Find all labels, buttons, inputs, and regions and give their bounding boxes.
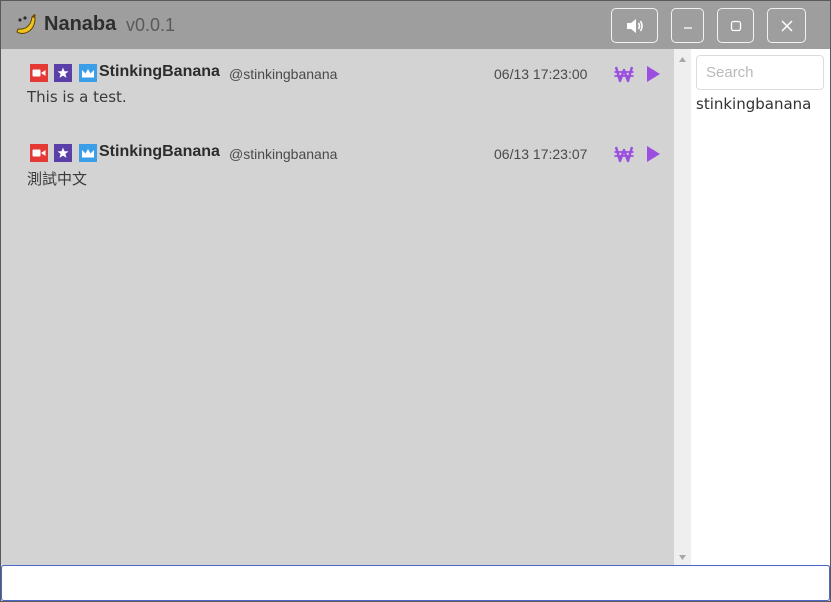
app-version: v0.0.1 (126, 15, 176, 35)
crown-badge-icon (79, 144, 97, 162)
video-badge-icon (30, 64, 48, 82)
scroll-up-arrow-icon[interactable] (679, 56, 686, 62)
message-username[interactable]: StinkingBanana (99, 143, 220, 161)
user-search-input[interactable] (696, 55, 824, 90)
message-timestamp: 06/13 17:23:07 (494, 146, 588, 162)
star-badge-icon (54, 64, 72, 82)
minimize-icon (683, 26, 692, 29)
maximize-button[interactable] (717, 8, 754, 43)
message-text: 測試中文 (27, 170, 88, 188)
star-badge-icon (54, 144, 72, 162)
won-currency-icon[interactable] (614, 65, 634, 83)
banana-logo-icon (16, 14, 36, 34)
message-username[interactable]: StinkingBanana (99, 63, 220, 81)
chat-message: StinkingBanana @stinkingbanana 06/13 17:… (27, 62, 660, 112)
play-icon[interactable] (644, 145, 662, 163)
message-text: This is a test. (27, 88, 127, 106)
message-timestamp: 06/13 17:23:00 (494, 66, 588, 82)
minimize-button[interactable] (671, 8, 704, 43)
message-input[interactable] (1, 565, 830, 601)
user-list-panel: stinkingbanana (691, 49, 830, 565)
message-handle: @stinkingbanana (229, 146, 338, 162)
sound-button[interactable] (611, 8, 658, 43)
crown-badge-icon (79, 64, 97, 82)
app-window: Nanaba v0.0.1 StinkingBanana @stinkingba… (0, 0, 831, 602)
play-icon[interactable] (644, 65, 662, 83)
chat-message-list[interactable]: StinkingBanana @stinkingbanana 06/13 17:… (1, 49, 674, 565)
close-icon (780, 19, 793, 32)
scroll-down-arrow-icon[interactable] (679, 555, 686, 561)
chat-scrollbar[interactable] (674, 49, 691, 565)
video-badge-icon (30, 144, 48, 162)
won-currency-icon[interactable] (614, 145, 634, 163)
title-bar[interactable]: Nanaba v0.0.1 (1, 1, 830, 49)
message-handle: @stinkingbanana (229, 66, 338, 82)
app-title: Nanaba (44, 13, 117, 35)
user-list-item[interactable]: stinkingbanana (696, 95, 811, 113)
chat-message: StinkingBanana @stinkingbanana 06/13 17:… (27, 142, 660, 192)
close-button[interactable] (767, 8, 806, 43)
maximize-icon (730, 20, 741, 31)
speaker-icon (626, 18, 643, 33)
